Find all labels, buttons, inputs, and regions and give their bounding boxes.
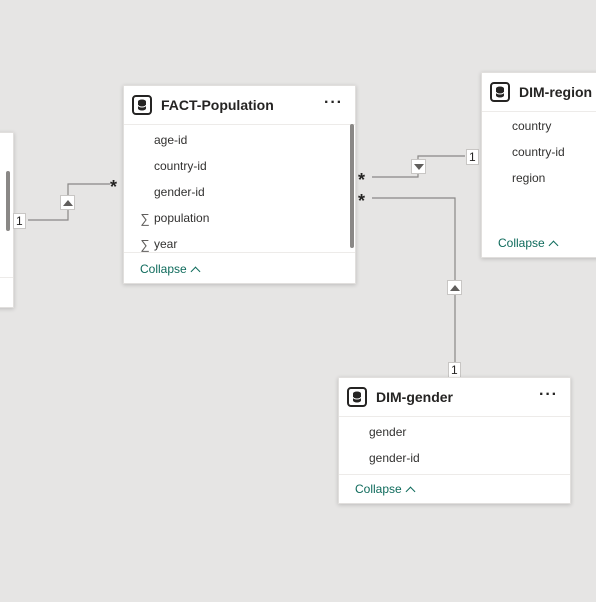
field-country-id[interactable]: country-id [482, 139, 596, 165]
field-country[interactable]: country [482, 113, 596, 139]
field-age-id[interactable]: age-id [124, 127, 355, 153]
field-gender-id[interactable]: gender-id [339, 445, 570, 471]
field-population[interactable]: ∑ population [124, 205, 355, 231]
field-gender[interactable]: gender [339, 419, 570, 445]
field-list: country country-id region [482, 113, 596, 191]
field-label: gender-id [369, 451, 420, 465]
relationship-line-fact-gender [372, 197, 456, 364]
table-icon [490, 82, 510, 102]
table-icon [347, 387, 367, 407]
collapse-label: Collapse [140, 262, 187, 276]
field-gender-id[interactable]: gender-id [124, 179, 355, 205]
cardinality-one-left: 1 [13, 213, 26, 229]
card-footer-separator [124, 252, 355, 253]
field-region[interactable]: region [482, 165, 596, 191]
table-header[interactable]: DIM-gender [339, 378, 570, 417]
chevron-up-icon [548, 240, 559, 250]
arrow-up-icon [449, 284, 460, 291]
table-card-dim-gender[interactable]: DIM-gender ··· gender gender-id Collapse [338, 377, 571, 504]
table-card-dim-region[interactable]: DIM-region country country-id region Col… [481, 72, 596, 258]
card-footer-separator [339, 474, 570, 475]
field-label: region [512, 171, 546, 185]
cardinality-many-fact-region: * [358, 170, 366, 190]
table-card-fact-population[interactable]: FACT-Population ··· age-id country-id ge… [123, 85, 356, 284]
field-country-id[interactable]: country-id [124, 153, 355, 179]
sigma-icon: ∑ [140, 210, 150, 226]
crossfilter-direction-fact-gender[interactable] [447, 280, 462, 295]
arrow-down-icon [413, 163, 424, 170]
cardinality-many-left-fact: * [110, 177, 118, 197]
more-options-icon[interactable]: ··· [539, 387, 558, 403]
field-label: gender [369, 425, 407, 439]
left-table-scrollbar[interactable] [6, 171, 10, 231]
collapse-label: Collapse [498, 236, 545, 250]
chevron-up-icon [190, 266, 201, 276]
field-list-scrollbar[interactable] [350, 124, 354, 248]
model-canvas[interactable]: 1 * FACT-Population ··· age-id country-i… [0, 0, 596, 602]
field-label: population [154, 211, 210, 225]
cardinality-one-region: 1 [466, 149, 479, 165]
left-table-footer-separator [0, 277, 13, 278]
collapse-button[interactable]: Collapse [498, 236, 559, 250]
sigma-icon: ∑ [140, 236, 150, 252]
chevron-up-icon [405, 486, 416, 496]
arrow-up-icon [62, 199, 73, 206]
collapse-label: Collapse [355, 482, 402, 496]
table-title: DIM-region [519, 84, 593, 100]
field-year[interactable]: ∑ year [124, 231, 355, 257]
table-header[interactable]: DIM-region [482, 73, 596, 112]
field-label: age-id [154, 133, 188, 147]
table-icon [132, 95, 152, 115]
table-header[interactable]: FACT-Population [124, 86, 355, 125]
field-label: country-id [154, 159, 207, 173]
field-label: country-id [512, 145, 565, 159]
collapse-button[interactable]: Collapse [140, 262, 201, 276]
field-label: country [512, 119, 552, 133]
cardinality-many-fact-gender: * [358, 191, 366, 211]
field-label: year [154, 237, 178, 251]
crossfilter-direction-left-fact[interactable] [60, 195, 75, 210]
field-label: gender-id [154, 185, 205, 199]
left-table-card-partial[interactable] [0, 132, 14, 308]
more-options-icon[interactable]: ··· [324, 95, 343, 111]
collapse-button[interactable]: Collapse [355, 482, 416, 496]
field-list: gender gender-id [339, 419, 570, 471]
field-list: age-id country-id gender-id ∑ population … [124, 127, 355, 257]
cardinality-one-gender: 1 [448, 362, 461, 378]
crossfilter-direction-fact-region[interactable] [411, 159, 426, 174]
table-title: DIM-gender [376, 389, 453, 405]
table-title: FACT-Population [161, 97, 274, 113]
